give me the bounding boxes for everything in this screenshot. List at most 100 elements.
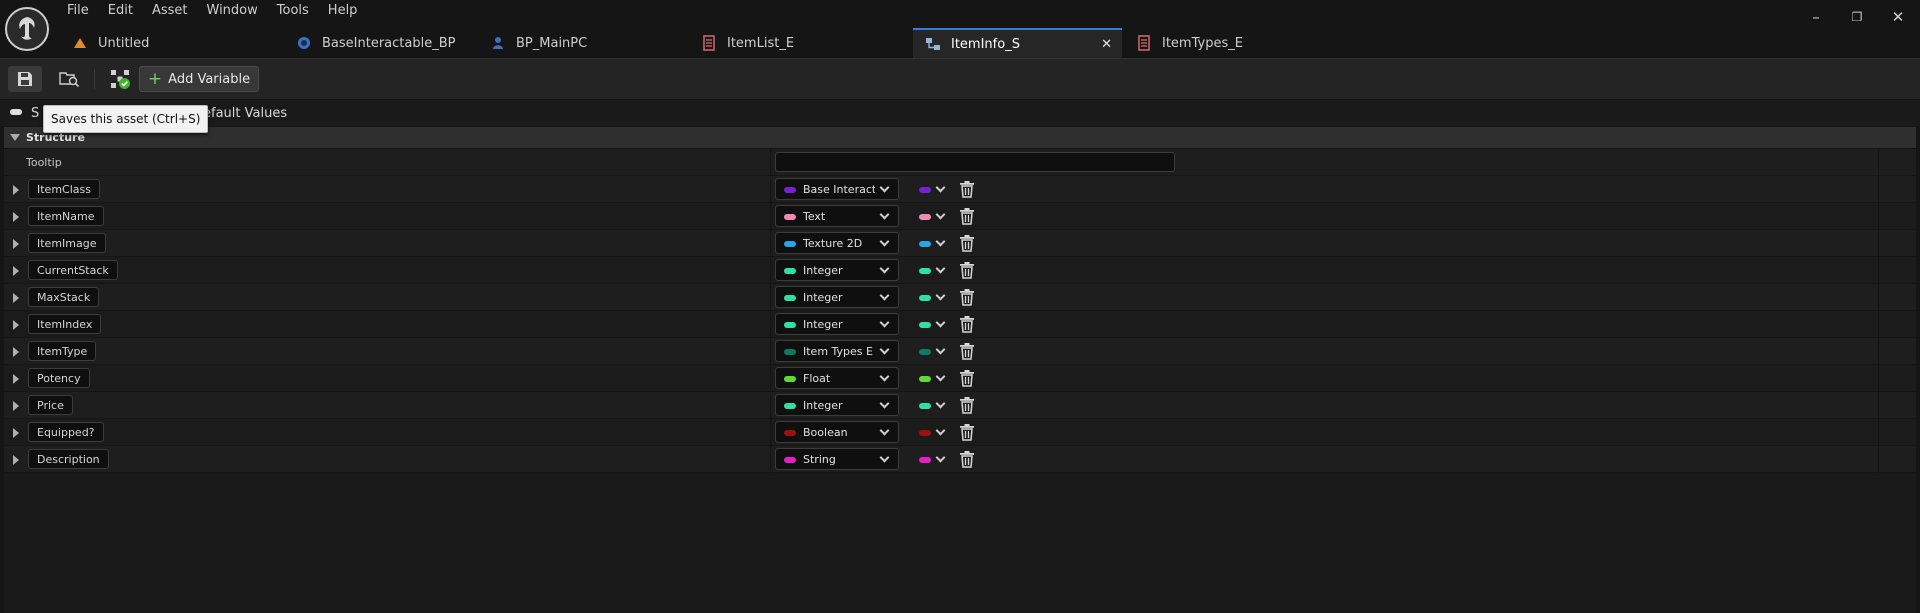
container-type-dropdown[interactable] (915, 371, 949, 387)
chevron-down-icon (879, 236, 890, 247)
variable-type-dropdown[interactable]: Boolean (775, 421, 899, 443)
pin-type-icon (784, 430, 796, 436)
variable-type-dropdown[interactable]: Text (775, 205, 899, 227)
column-divider (770, 176, 771, 203)
delete-variable-icon[interactable] (959, 262, 975, 279)
expand-arrow-icon[interactable] (13, 266, 19, 276)
delete-variable-icon[interactable] (959, 289, 975, 306)
variable-row: Equipped? Boolean (4, 419, 1916, 446)
delete-variable-icon[interactable] (959, 316, 975, 333)
variable-type-dropdown[interactable]: Integer (775, 259, 899, 281)
expand-arrow-icon[interactable] (13, 401, 19, 411)
container-type-dropdown[interactable] (915, 236, 949, 252)
chevron-down-icon (879, 398, 890, 409)
variable-type-dropdown[interactable]: String (775, 448, 899, 470)
container-type-dropdown[interactable] (915, 182, 949, 198)
delete-variable-icon[interactable] (959, 424, 975, 441)
add-variable-button[interactable]: + Add Variable (139, 66, 259, 92)
menu-file[interactable]: File (58, 0, 99, 22)
chevron-down-icon (879, 317, 890, 328)
variable-name-field[interactable]: ItemImage (28, 233, 106, 253)
variable-name-field[interactable]: ItemType (28, 341, 97, 361)
save-button[interactable] (8, 66, 42, 92)
variable-name-field[interactable]: Price (28, 395, 73, 415)
container-type-dropdown[interactable] (915, 290, 949, 306)
variable-name-field[interactable]: MaxStack (28, 287, 100, 307)
minimize-button[interactable]: – (1796, 6, 1836, 28)
column-divider (770, 257, 771, 284)
expand-arrow-icon[interactable] (13, 239, 19, 249)
unreal-logo-icon[interactable] (5, 7, 49, 51)
tab-label: ItemList_E (727, 35, 795, 51)
tab-iteminfo-s[interactable]: ItemInfo_S ✕ (913, 28, 1122, 58)
expand-arrow-icon[interactable] (13, 212, 19, 222)
tab-bp-mainpc[interactable]: BP_MainPC (485, 28, 691, 58)
expand-arrow-icon[interactable] (13, 347, 19, 357)
expand-arrow-icon[interactable] (13, 185, 19, 195)
tab-untitled[interactable]: Untitled (58, 28, 270, 58)
variable-type-label: String (803, 453, 836, 466)
menu-help[interactable]: Help (319, 0, 368, 22)
menu-tools[interactable]: Tools (268, 0, 319, 22)
structure-section-header[interactable]: Structure (4, 127, 1916, 149)
variable-name-field[interactable]: Equipped? (28, 422, 104, 442)
tab-baseinteractable-bp[interactable]: BaseInteractable_BP (270, 28, 485, 58)
container-type-icon (919, 349, 931, 355)
container-type-dropdown[interactable] (915, 398, 949, 414)
container-type-dropdown[interactable] (915, 344, 949, 360)
expand-arrow-icon[interactable] (13, 428, 19, 438)
collapse-arrow-icon[interactable] (10, 134, 20, 141)
variable-type-dropdown[interactable]: Item Types E (775, 340, 899, 362)
tab-structure[interactable]: S (31, 106, 39, 121)
chevron-down-icon (879, 371, 890, 382)
delete-variable-icon[interactable] (959, 451, 975, 468)
variable-name-field[interactable]: ItemName (28, 206, 104, 226)
variable-name-field[interactable]: ItemIndex (28, 314, 102, 334)
container-type-dropdown[interactable] (915, 263, 949, 279)
delete-variable-icon[interactable] (959, 235, 975, 252)
variable-type-dropdown[interactable]: Texture 2D (775, 232, 899, 254)
variable-type-dropdown[interactable]: Float (775, 367, 899, 389)
menu-window[interactable]: Window (198, 0, 268, 22)
struct-icon (925, 36, 941, 52)
tab-itemlist-e[interactable]: ItemList_E (691, 28, 913, 58)
restore-button[interactable]: ❐ (1837, 6, 1877, 28)
delete-variable-icon[interactable] (959, 343, 975, 360)
variable-type-label: Boolean (803, 426, 848, 439)
variable-type-dropdown[interactable]: Integer (775, 394, 899, 416)
expand-arrow-icon[interactable] (13, 293, 19, 303)
tab-label: Untitled (98, 35, 150, 51)
chevron-down-icon (935, 236, 946, 247)
container-type-dropdown[interactable] (915, 452, 949, 468)
variable-type-dropdown[interactable]: Integer (775, 313, 899, 335)
plus-icon: + (147, 68, 163, 89)
tab-label: BaseInteractable_BP (322, 35, 456, 51)
menu-edit[interactable]: Edit (99, 0, 143, 22)
browse-button[interactable] (54, 66, 84, 92)
variable-type-dropdown[interactable]: Base Interactable BP (775, 178, 899, 200)
pin-type-icon (784, 268, 796, 274)
container-type-icon (919, 457, 931, 463)
expand-arrow-icon[interactable] (13, 374, 19, 384)
expand-arrow-icon[interactable] (13, 455, 19, 465)
container-type-dropdown[interactable] (915, 425, 949, 441)
variable-name-field[interactable]: Potency (28, 368, 90, 388)
expand-arrow-icon[interactable] (13, 320, 19, 330)
tooltip-input[interactable] (775, 152, 1175, 172)
container-type-dropdown[interactable] (915, 317, 949, 333)
variable-name-field[interactable]: ItemClass (28, 179, 100, 199)
container-type-dropdown[interactable] (915, 209, 949, 225)
variable-type-dropdown[interactable]: Integer (775, 286, 899, 308)
column-divider (1878, 392, 1879, 419)
close-tab-icon[interactable]: ✕ (1101, 37, 1112, 52)
close-window-button[interactable]: ✕ (1878, 6, 1918, 28)
delete-variable-icon[interactable] (959, 397, 975, 414)
delete-variable-icon[interactable] (959, 181, 975, 198)
variable-name-field[interactable]: Description (28, 449, 109, 469)
menu-asset[interactable]: Asset (143, 0, 198, 22)
tab-itemtypes-e[interactable]: ItemTypes_E (1122, 28, 1282, 58)
variable-name-field[interactable]: CurrentStack (28, 260, 118, 280)
delete-variable-icon[interactable] (959, 370, 975, 387)
compile-button[interactable] (106, 66, 134, 92)
delete-variable-icon[interactable] (959, 208, 975, 225)
